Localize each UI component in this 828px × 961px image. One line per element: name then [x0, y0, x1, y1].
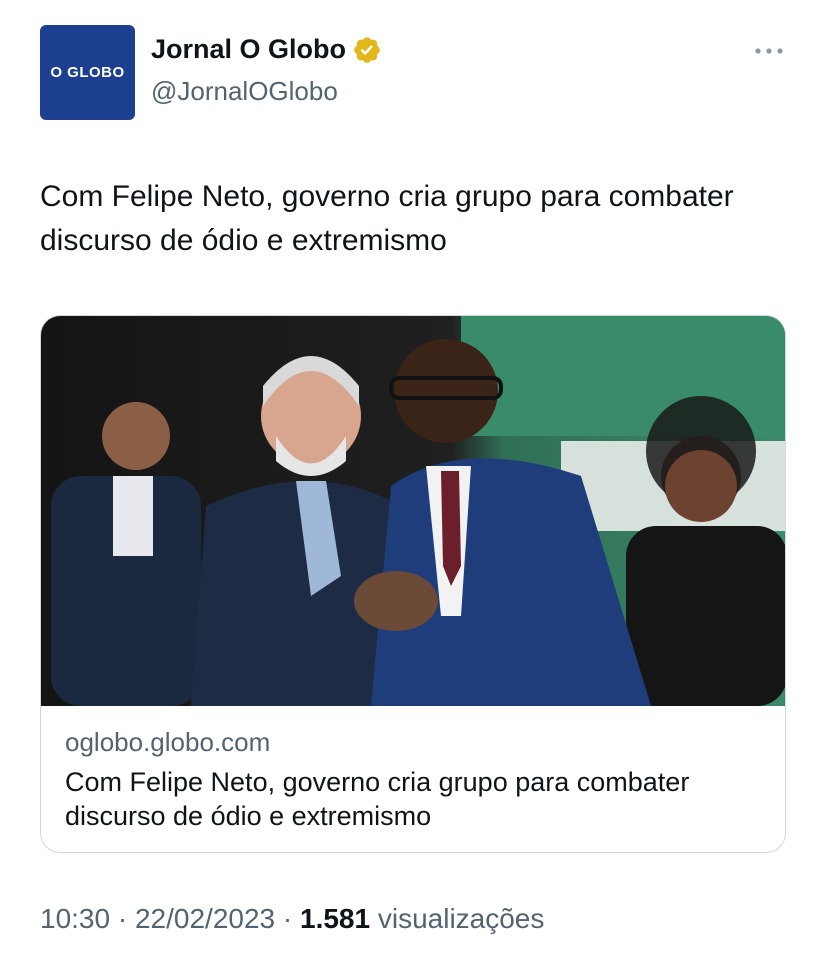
- views-count: 1.581: [300, 903, 371, 934]
- display-name[interactable]: Jornal O Globo: [151, 34, 382, 65]
- views-label: visualizações: [377, 903, 545, 934]
- tweet-date[interactable]: 22/02/2023: [135, 903, 275, 934]
- card-photo-image: [41, 316, 785, 706]
- card-title: Com Felipe Neto, governo cria grupo para…: [65, 767, 690, 831]
- card-domain: oglobo.globo.com: [65, 727, 271, 757]
- tweet-text: Com Felipe Neto, governo cria grupo para…: [40, 180, 734, 257]
- tweet-time[interactable]: 10:30: [40, 903, 110, 934]
- verified-badge-icon: [354, 36, 380, 63]
- meta-separator: ·: [275, 903, 300, 934]
- tweet-meta: 10:30 · 22/02/2023 · 1.581 visualizações: [40, 903, 544, 935]
- display-name-text[interactable]: Jornal O Globo: [151, 34, 346, 65]
- avatar[interactable]: O GLOBO: [40, 25, 135, 120]
- more-options-icon[interactable]: [752, 40, 786, 62]
- meta-separator: ·: [110, 903, 135, 934]
- account-handle[interactable]: @JornalOGlobo: [151, 76, 338, 107]
- link-preview-card[interactable]: oglobo.globo.com Com Felipe Neto, govern…: [40, 315, 786, 853]
- avatar-logo-text: O GLOBO: [50, 64, 125, 81]
